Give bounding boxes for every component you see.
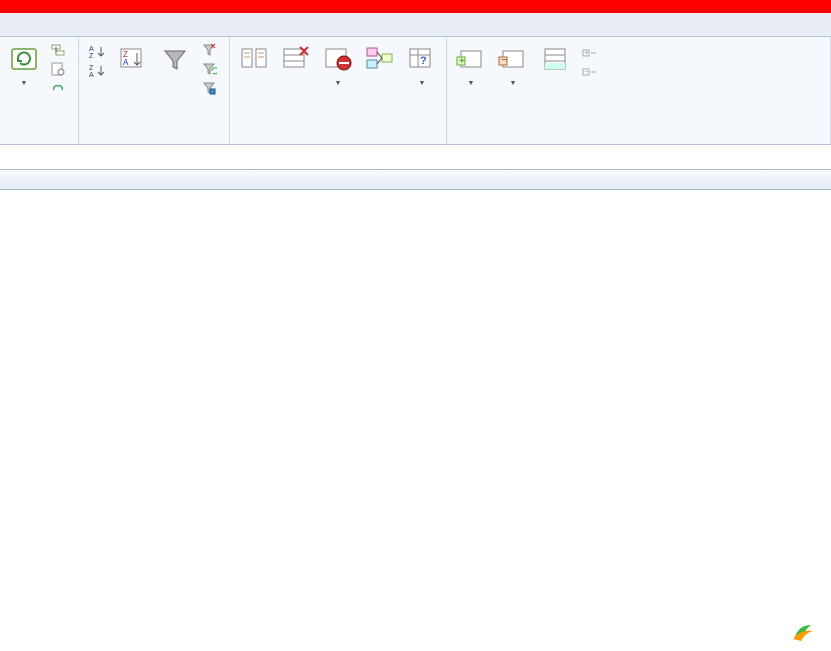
- dropdown-icon: ▼: [419, 80, 426, 87]
- remove-duplicates-icon: [280, 43, 312, 75]
- show-detail-icon: +: [581, 46, 597, 62]
- clear-icon: [201, 42, 217, 58]
- watermark-logo-icon: [791, 619, 815, 643]
- ungroup-icon: −: [497, 43, 529, 75]
- filter-icon: [159, 43, 191, 75]
- svg-text:A: A: [89, 72, 94, 79]
- watermark: [791, 619, 819, 643]
- reapply-button[interactable]: [197, 60, 225, 78]
- group-connections: ▼: [0, 37, 79, 144]
- properties-icon: [50, 61, 66, 77]
- dropdown-icon: ▼: [510, 80, 517, 87]
- edit-links-icon: [50, 80, 66, 96]
- title-bar: [0, 0, 831, 13]
- subtotal-button[interactable]: [535, 41, 575, 79]
- group-icon: +: [455, 43, 487, 75]
- edit-links-button[interactable]: [46, 79, 74, 97]
- group-outline-label: [451, 139, 826, 144]
- svg-text:+: +: [584, 48, 589, 57]
- svg-text:Z: Z: [89, 65, 94, 72]
- group-sort-filter: AZ ZA ZA: [79, 37, 230, 144]
- svg-text:Z: Z: [89, 53, 94, 60]
- group-sort-filter-label: [83, 139, 225, 144]
- hide-detail-icon: −: [581, 65, 597, 81]
- group-button[interactable]: + ▼: [451, 41, 491, 89]
- group-data-tools: ▼ ? ▼: [230, 37, 447, 144]
- data-validation-button[interactable]: ▼: [318, 41, 358, 89]
- dropdown-icon: ▼: [468, 80, 475, 87]
- filter-button[interactable]: [155, 41, 195, 79]
- ribbon: ▼ AZ: [0, 37, 831, 145]
- hide-detail-button[interactable]: −: [577, 64, 605, 82]
- sort-button[interactable]: ZA: [113, 41, 153, 79]
- sort-asc-icon: AZ: [89, 44, 105, 60]
- what-if-button[interactable]: ? ▼: [402, 41, 442, 89]
- group-data-tools-label: [234, 139, 442, 144]
- clear-button[interactable]: [197, 41, 225, 59]
- consolidate-button[interactable]: [360, 41, 400, 79]
- dropdown-icon: ▼: [335, 80, 342, 87]
- show-detail-button[interactable]: +: [577, 45, 605, 63]
- what-if-icon: ?: [406, 43, 438, 75]
- dropdown-icon: ▼: [21, 80, 28, 87]
- properties-button[interactable]: [46, 60, 74, 78]
- spreadsheet: [0, 145, 831, 190]
- sort-desc-button[interactable]: ZA: [85, 62, 109, 80]
- column-headers: [0, 170, 831, 190]
- text-to-columns-button[interactable]: [234, 41, 274, 79]
- connections-icon: [50, 42, 66, 58]
- ribbon-tabs: [0, 13, 831, 37]
- sort-desc-icon: ZA: [89, 63, 105, 79]
- advanced-button[interactable]: [197, 79, 225, 97]
- subtotal-icon: [539, 43, 571, 75]
- svg-text:−: −: [501, 55, 507, 66]
- svg-text:A: A: [123, 58, 129, 67]
- svg-text:+: +: [459, 56, 465, 67]
- refresh-icon: [8, 43, 40, 75]
- svg-text:A: A: [89, 46, 94, 53]
- reapply-icon: [201, 61, 217, 77]
- advanced-icon: [201, 80, 217, 96]
- svg-text:−: −: [584, 67, 589, 76]
- sort-asc-button[interactable]: AZ: [85, 43, 109, 61]
- refresh-all-button[interactable]: ▼: [4, 41, 44, 89]
- text-to-columns-icon: [238, 43, 270, 75]
- ungroup-button[interactable]: − ▼: [493, 41, 533, 89]
- group-connections-label: [4, 139, 74, 144]
- consolidate-icon: [364, 43, 396, 75]
- group-outline: + ▼ − ▼ + −: [447, 37, 831, 144]
- svg-text:?: ?: [420, 55, 427, 67]
- connections-button[interactable]: [46, 41, 74, 59]
- sort-icon: ZA: [117, 43, 149, 75]
- data-validation-icon: [322, 43, 354, 75]
- remove-duplicates-button[interactable]: [276, 41, 316, 79]
